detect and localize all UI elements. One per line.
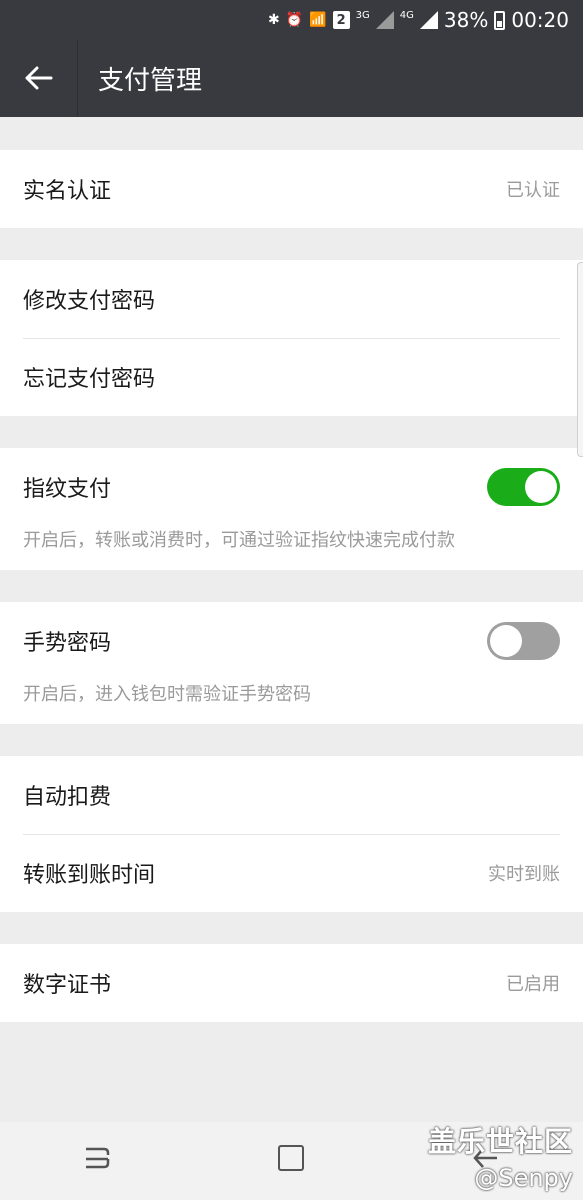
change-password-label: 修改支付密码: [23, 289, 156, 314]
forgot-password-label: 忘记支付密码: [23, 367, 156, 392]
group-fingerprint: 指纹支付 开启后，转账或消费时，可通过验证指纹快速完成付款: [0, 448, 583, 570]
row-fingerprint: 指纹支付: [0, 448, 583, 526]
home-button[interactable]: [261, 1144, 321, 1179]
recents-icon: [86, 1147, 110, 1168]
recents-button[interactable]: [67, 1144, 127, 1179]
row-auto-deduction[interactable]: 自动扣费: [0, 756, 583, 834]
network-3g-label: 3G: [355, 10, 370, 21]
watermark-line1: 盖乐世社区: [427, 1125, 573, 1158]
group-password: 修改支付密码 忘记支付密码: [0, 260, 583, 416]
certificate-label: 数字证书: [23, 973, 112, 998]
fingerprint-toggle[interactable]: [487, 468, 560, 506]
alarm-icon: ⏰: [285, 12, 304, 28]
battery-percent: 38%: [443, 8, 489, 32]
wifi-icon: 📶: [309, 12, 327, 28]
group-certificate: 数字证书 已启用: [0, 944, 583, 1022]
status-bar: ✱ ⏰ 📶 2 3G 4G 38% 00:20: [0, 0, 583, 40]
sim-badge: 2: [332, 11, 350, 29]
watermark-line2: @Senpy: [474, 1164, 573, 1192]
transfer-time-value: 实时到账: [488, 864, 560, 885]
gesture-toggle[interactable]: [487, 622, 560, 660]
group-deduction: 自动扣费 转账到账时间 实时到账: [0, 756, 583, 912]
toggle-knob: [490, 625, 522, 657]
signal-icon-2: [419, 11, 438, 29]
row-identity[interactable]: 实名认证 已认证: [0, 150, 583, 228]
bluetooth-icon: ✱: [268, 12, 280, 28]
row-gesture: 手势密码: [0, 602, 583, 680]
edge-panel-handle[interactable]: [577, 262, 583, 457]
divider: [23, 338, 560, 339]
toggle-knob: [525, 471, 557, 503]
back-arrow-icon: [25, 59, 53, 99]
identity-value: 已认证: [506, 180, 560, 201]
watermark: 盖乐世社区 @Senpy: [428, 1120, 573, 1192]
group-identity: 实名认证 已认证: [0, 150, 583, 228]
identity-label: 实名认证: [23, 179, 112, 204]
row-transfer-time[interactable]: 转账到账时间 实时到账: [0, 834, 583, 912]
group-gesture: 手势密码 开启后，进入钱包时需验证手势密码: [0, 602, 583, 724]
home-icon: [278, 1144, 305, 1171]
gesture-desc: 开启后，进入钱包时需验证手势密码: [23, 684, 311, 705]
certificate-value: 已启用: [506, 974, 560, 995]
back-button[interactable]: [0, 40, 78, 117]
battery-icon: [494, 10, 506, 30]
row-change-password[interactable]: 修改支付密码: [0, 260, 583, 338]
network-4g-label: 4G: [399, 10, 414, 21]
row-forgot-password[interactable]: 忘记支付密码: [0, 338, 583, 416]
clock: 00:20: [511, 8, 569, 32]
nav-header: 支付管理: [0, 40, 583, 117]
fingerprint-label: 指纹支付: [23, 477, 112, 502]
page-title: 支付管理: [98, 66, 203, 96]
signal-icon: [375, 11, 394, 29]
row-certificate[interactable]: 数字证书 已启用: [0, 944, 583, 1022]
auto-deduction-label: 自动扣费: [23, 785, 112, 810]
gesture-label: 手势密码: [23, 631, 112, 656]
transfer-time-label: 转账到账时间: [23, 863, 156, 888]
divider: [23, 834, 560, 835]
fingerprint-desc: 开启后，转账或消费时，可通过验证指纹快速完成付款: [23, 530, 455, 551]
